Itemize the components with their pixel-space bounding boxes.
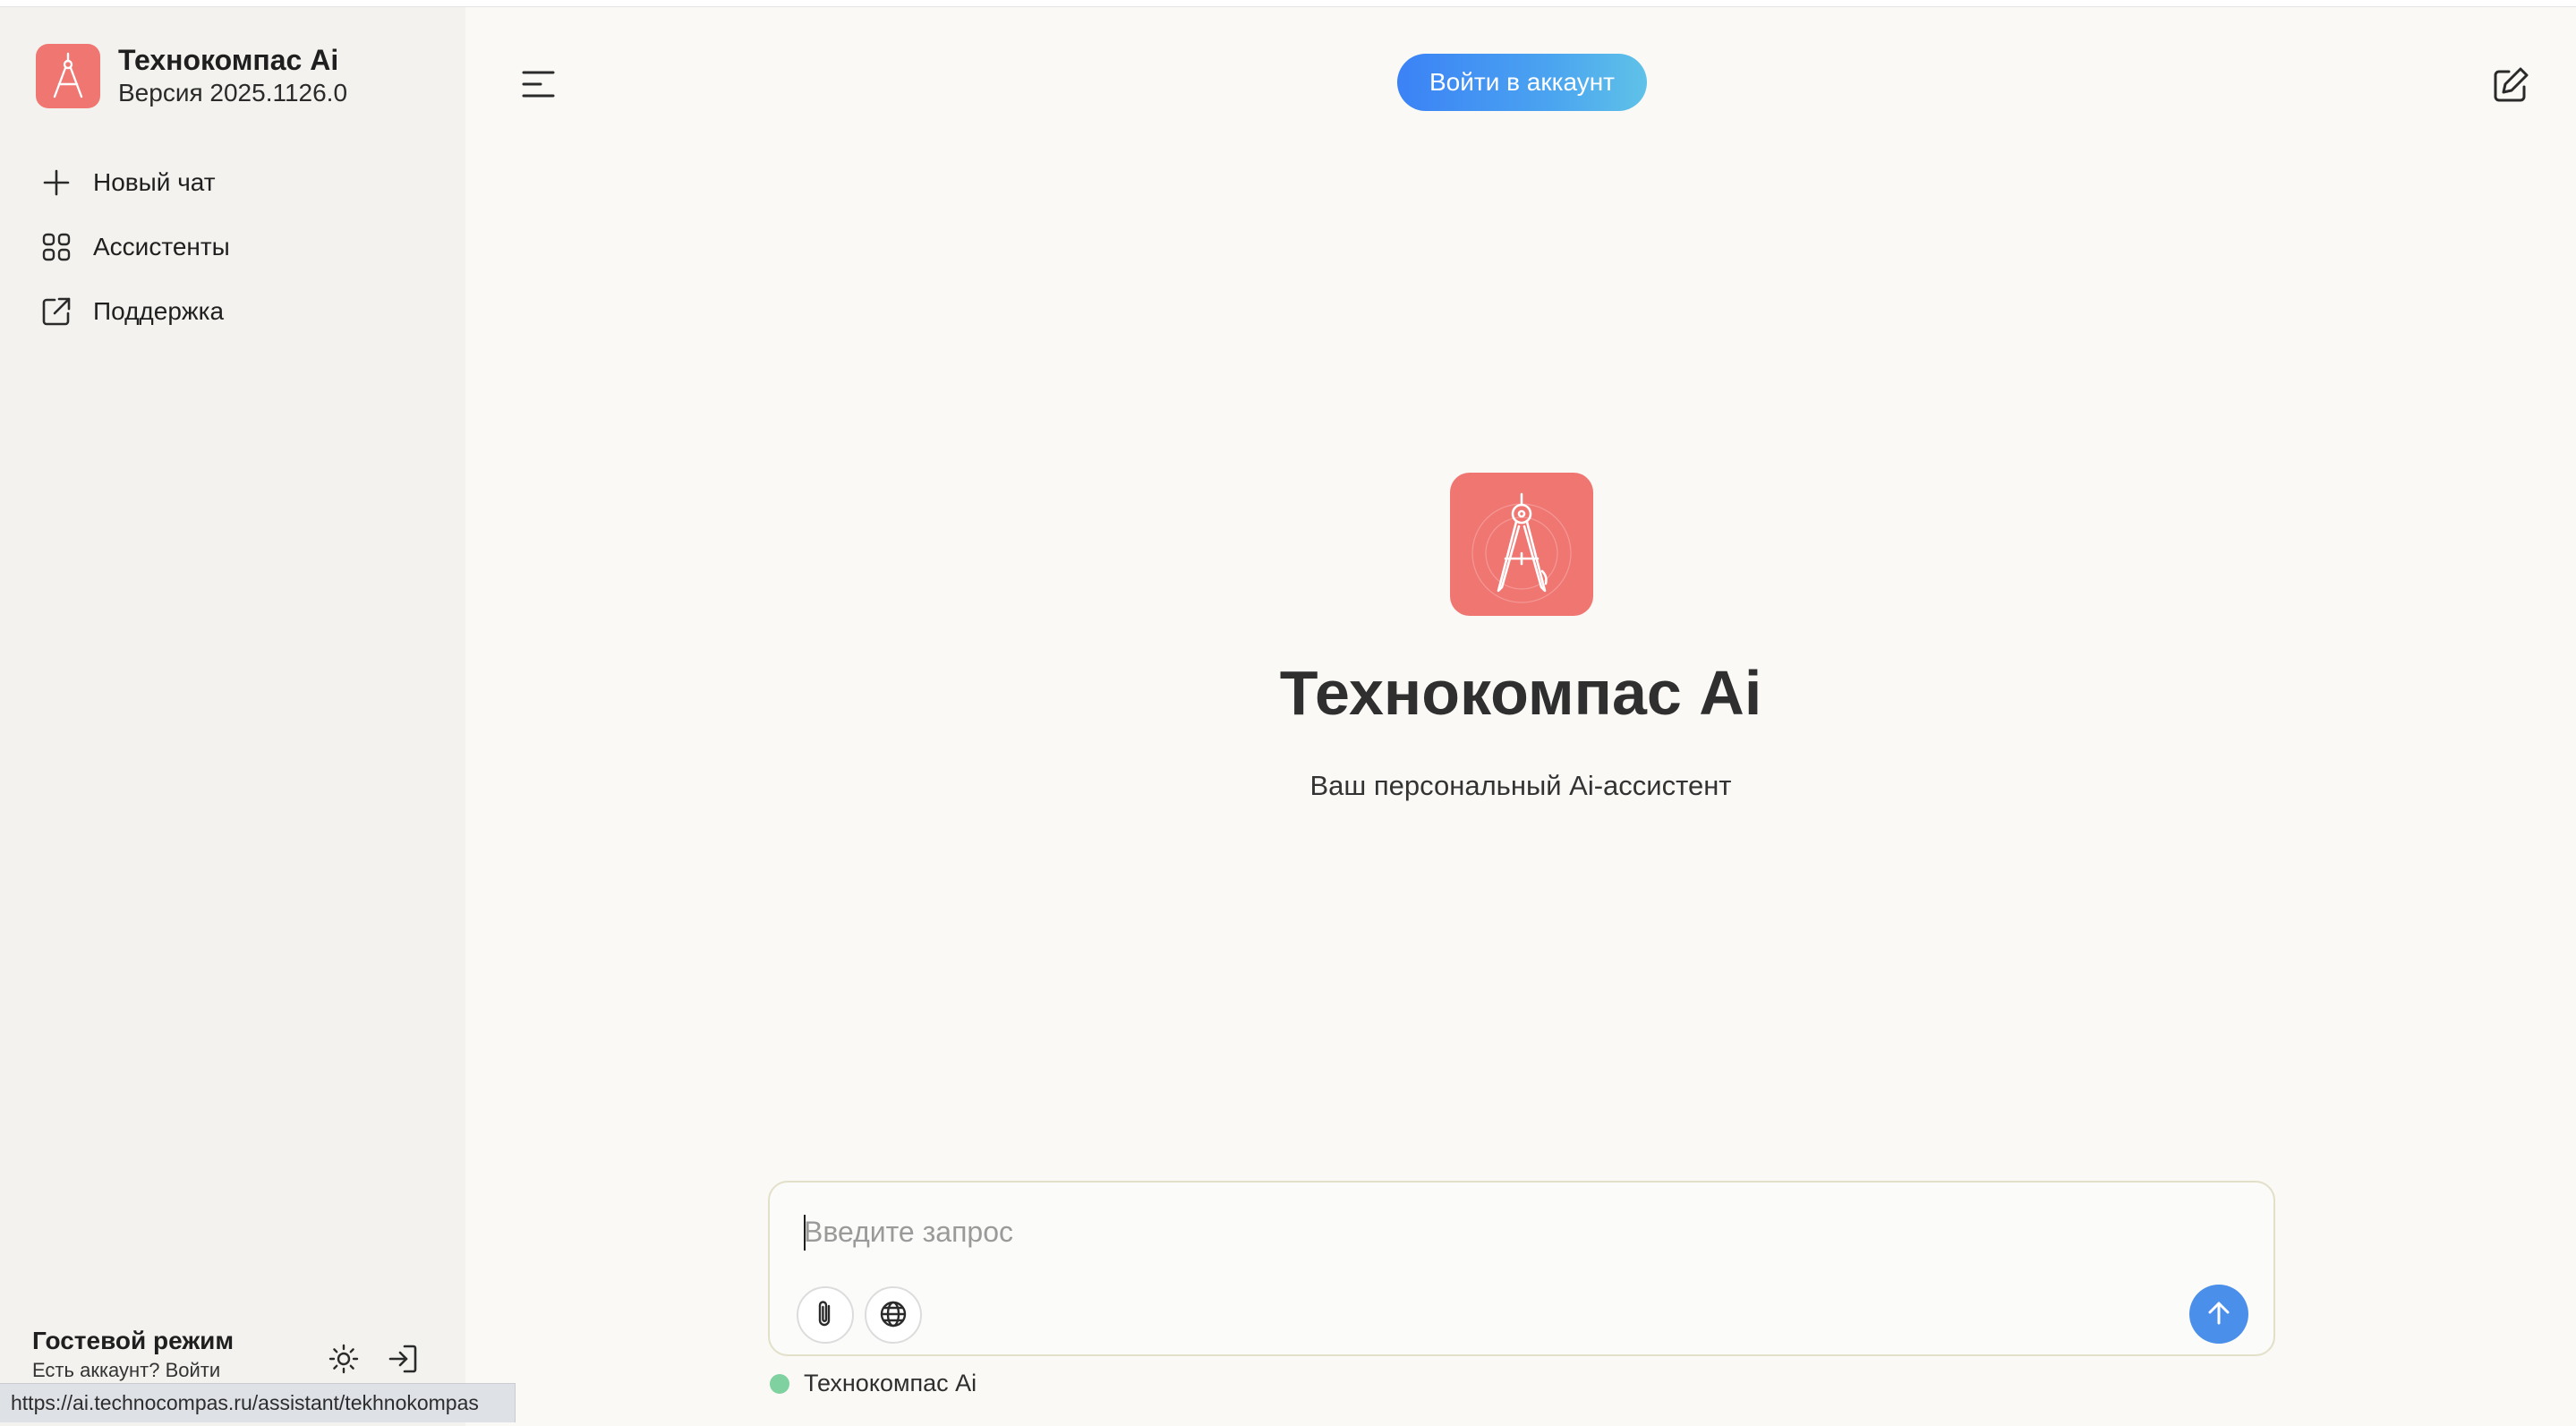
status-dot [770, 1373, 789, 1394]
app-title: Технокомпас Ai [118, 44, 339, 76]
compass-logo-icon [36, 44, 100, 108]
status-bar-url: https://ai.technocompas.ru/assistant/tek… [0, 1383, 516, 1422]
globe-icon [878, 1299, 908, 1332]
login-icon[interactable] [383, 1339, 422, 1379]
grid-icon [36, 226, 77, 268]
theme-toggle-sun-icon[interactable] [324, 1339, 363, 1379]
sidebar: Технокомпас Ai Версия 2025.1126.0 Новый … [0, 7, 465, 1426]
model-name: Технокомпас Ai [804, 1370, 977, 1396]
compass-hero-icon [1450, 473, 1593, 616]
hero-subtitle: Ваш персональный Ai-ассистент [1309, 770, 1732, 801]
send-button[interactable] [2189, 1285, 2248, 1344]
paperclip-icon [812, 1298, 839, 1333]
sidebar-item-new-chat[interactable]: Новый чат [36, 150, 230, 215]
sidebar-item-support[interactable]: Поддержка [36, 279, 230, 344]
guest-mode-title: Гостевой режим [32, 1327, 235, 1354]
sidebar-item-label: Поддержка [93, 297, 225, 325]
plus-icon [36, 162, 77, 203]
guest-actions [324, 1339, 422, 1379]
brand[interactable]: Технокомпас Ai Версия 2025.1126.0 [36, 43, 347, 109]
guest-login-link[interactable]: Есть аккаунт? Войти [32, 1357, 234, 1384]
web-search-button[interactable] [865, 1286, 922, 1344]
text-caret [804, 1215, 806, 1251]
main-area: Войти в аккаунт Технокомпас Ai Ваш персо… [465, 7, 2576, 1426]
new-chat-edit-icon[interactable] [2488, 63, 2533, 107]
login-button[interactable]: Войти в аккаунт [1397, 54, 1647, 111]
sidebar-nav: Новый чат Ассистенты Поддержка [36, 150, 230, 344]
prompt-input[interactable] [804, 1209, 2057, 1254]
app-version: Версия 2025.1126.0 [118, 79, 348, 107]
sidebar-item-label: Новый чат [93, 168, 216, 196]
message-composer [768, 1181, 2275, 1356]
attach-file-button[interactable] [797, 1286, 854, 1344]
hero-title: Технокомпас Ai [1279, 658, 1762, 728]
sidebar-item-assistants[interactable]: Ассистенты [36, 215, 230, 279]
menu-toggle-icon[interactable] [516, 61, 562, 107]
model-indicator[interactable]: Технокомпас Ai [770, 1370, 977, 1397]
external-link-icon [36, 291, 77, 332]
arrow-up-icon [2205, 1299, 2233, 1330]
guest-mode: Гостевой режим Есть аккаунт? Войти [32, 1325, 234, 1384]
window-top-border [0, 0, 2576, 7]
sidebar-item-label: Ассистенты [93, 233, 230, 260]
